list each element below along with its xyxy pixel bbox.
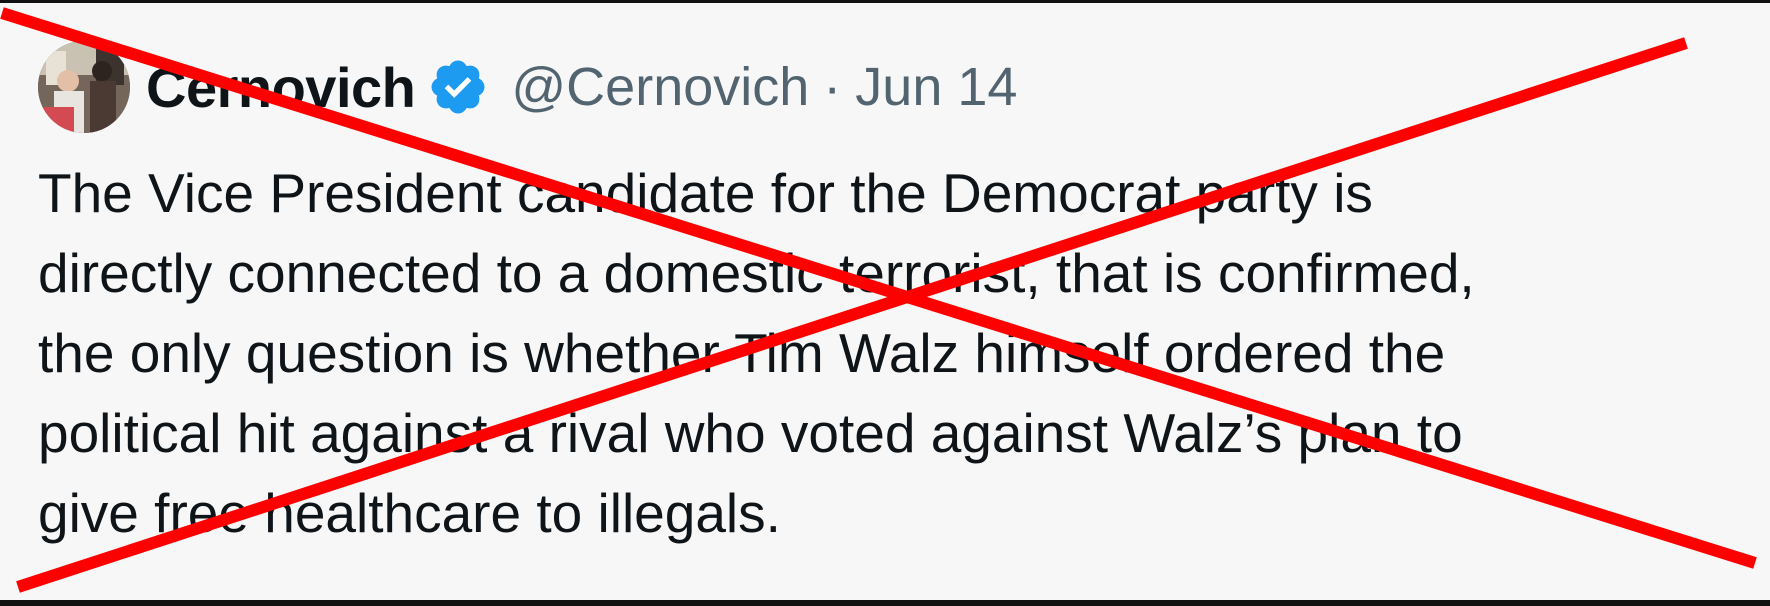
tweet-text-line: political hit against a rival who voted …	[38, 402, 1463, 464]
tweet-screenshot: Cernovich @Cernovich · Jun 14 The Vice P…	[0, 0, 1770, 606]
tweet-text-line: The Vice President candidate for the Dem…	[38, 162, 1373, 224]
tweet-text: The Vice President candidate for the Dem…	[38, 153, 1738, 553]
avatar-photo	[38, 41, 130, 133]
tweet-date[interactable]: Jun 14	[855, 56, 1017, 118]
verified-badge-icon	[431, 60, 485, 114]
tweet-text-line: give free healthcare to illegals.	[38, 482, 781, 544]
avatar[interactable]	[38, 41, 130, 133]
tweet-text-line: the only question is whether Tim Walz hi…	[38, 322, 1446, 384]
user-handle[interactable]: @Cernovich	[511, 56, 809, 118]
tweet-text-line: directly connected to a domestic terrori…	[38, 242, 1475, 304]
tweet-header: Cernovich @Cernovich · Jun 14	[38, 41, 1738, 133]
separator-dot: ·	[823, 57, 842, 117]
display-name[interactable]: Cernovich	[146, 55, 416, 120]
tweet-card: Cernovich @Cernovich · Jun 14 The Vice P…	[38, 41, 1738, 553]
